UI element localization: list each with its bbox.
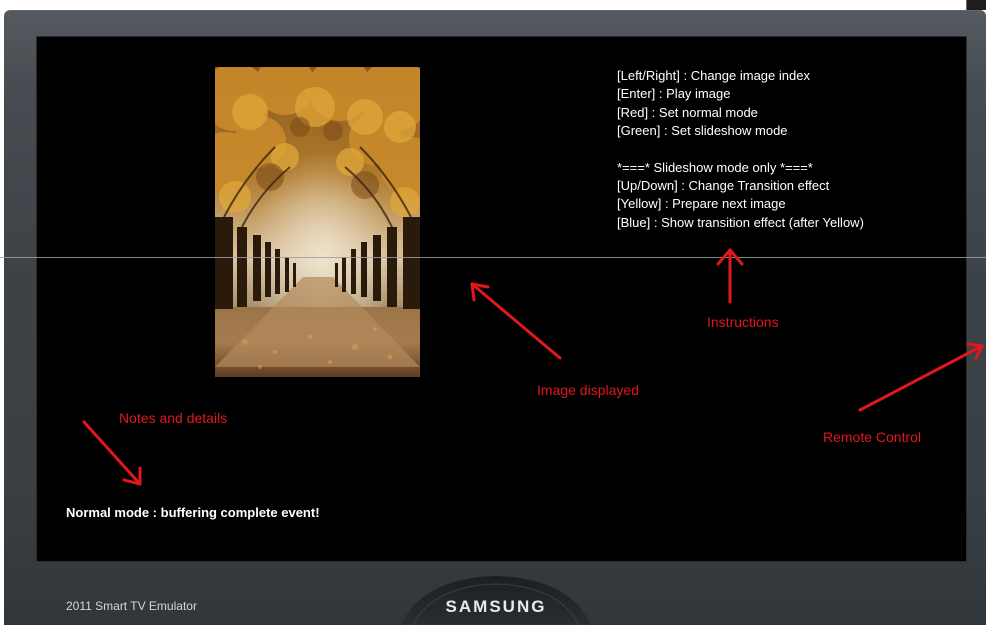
emulator-label: 2011 Smart TV Emulator bbox=[66, 599, 197, 613]
instructions-panel: [Left/Right] : Change image index [Enter… bbox=[617, 67, 864, 232]
displayed-image bbox=[215, 67, 420, 377]
instruction-line: [Left/Right] : Change image index bbox=[617, 68, 810, 83]
status-message: Normal mode : buffering complete event! bbox=[66, 505, 320, 520]
instruction-section-header: *===* Slideshow mode only *===* bbox=[617, 159, 813, 175]
window-control-icon[interactable] bbox=[966, 0, 986, 10]
instruction-line: [Yellow] : Prepare next image bbox=[617, 196, 786, 212]
emulator-window: [Left/Right] : Change image index [Enter… bbox=[0, 0, 986, 625]
annotation-instructions: Instructions bbox=[707, 314, 779, 330]
annotation-remote-control: Remote Control bbox=[823, 429, 922, 445]
instruction-line: [Green] : Set slideshow mode bbox=[617, 123, 788, 139]
autumn-tree-alley-photo-icon bbox=[215, 67, 420, 377]
instruction-line: [Blue] : Show transition effect (after Y… bbox=[617, 214, 864, 230]
annotation-notes-and-details: Notes and details bbox=[119, 410, 228, 426]
instruction-line: [Red] : Set normal mode bbox=[617, 104, 758, 120]
brand-logo: SAMSUNG bbox=[445, 597, 547, 616]
instruction-spacer bbox=[617, 141, 864, 159]
instruction-line: [Enter] : Play image bbox=[617, 86, 731, 102]
horizontal-guide-line bbox=[0, 257, 986, 258]
annotation-image-displayed: Image displayed bbox=[537, 382, 639, 398]
instruction-line: [Up/Down] : Change Transition effect bbox=[617, 178, 830, 194]
